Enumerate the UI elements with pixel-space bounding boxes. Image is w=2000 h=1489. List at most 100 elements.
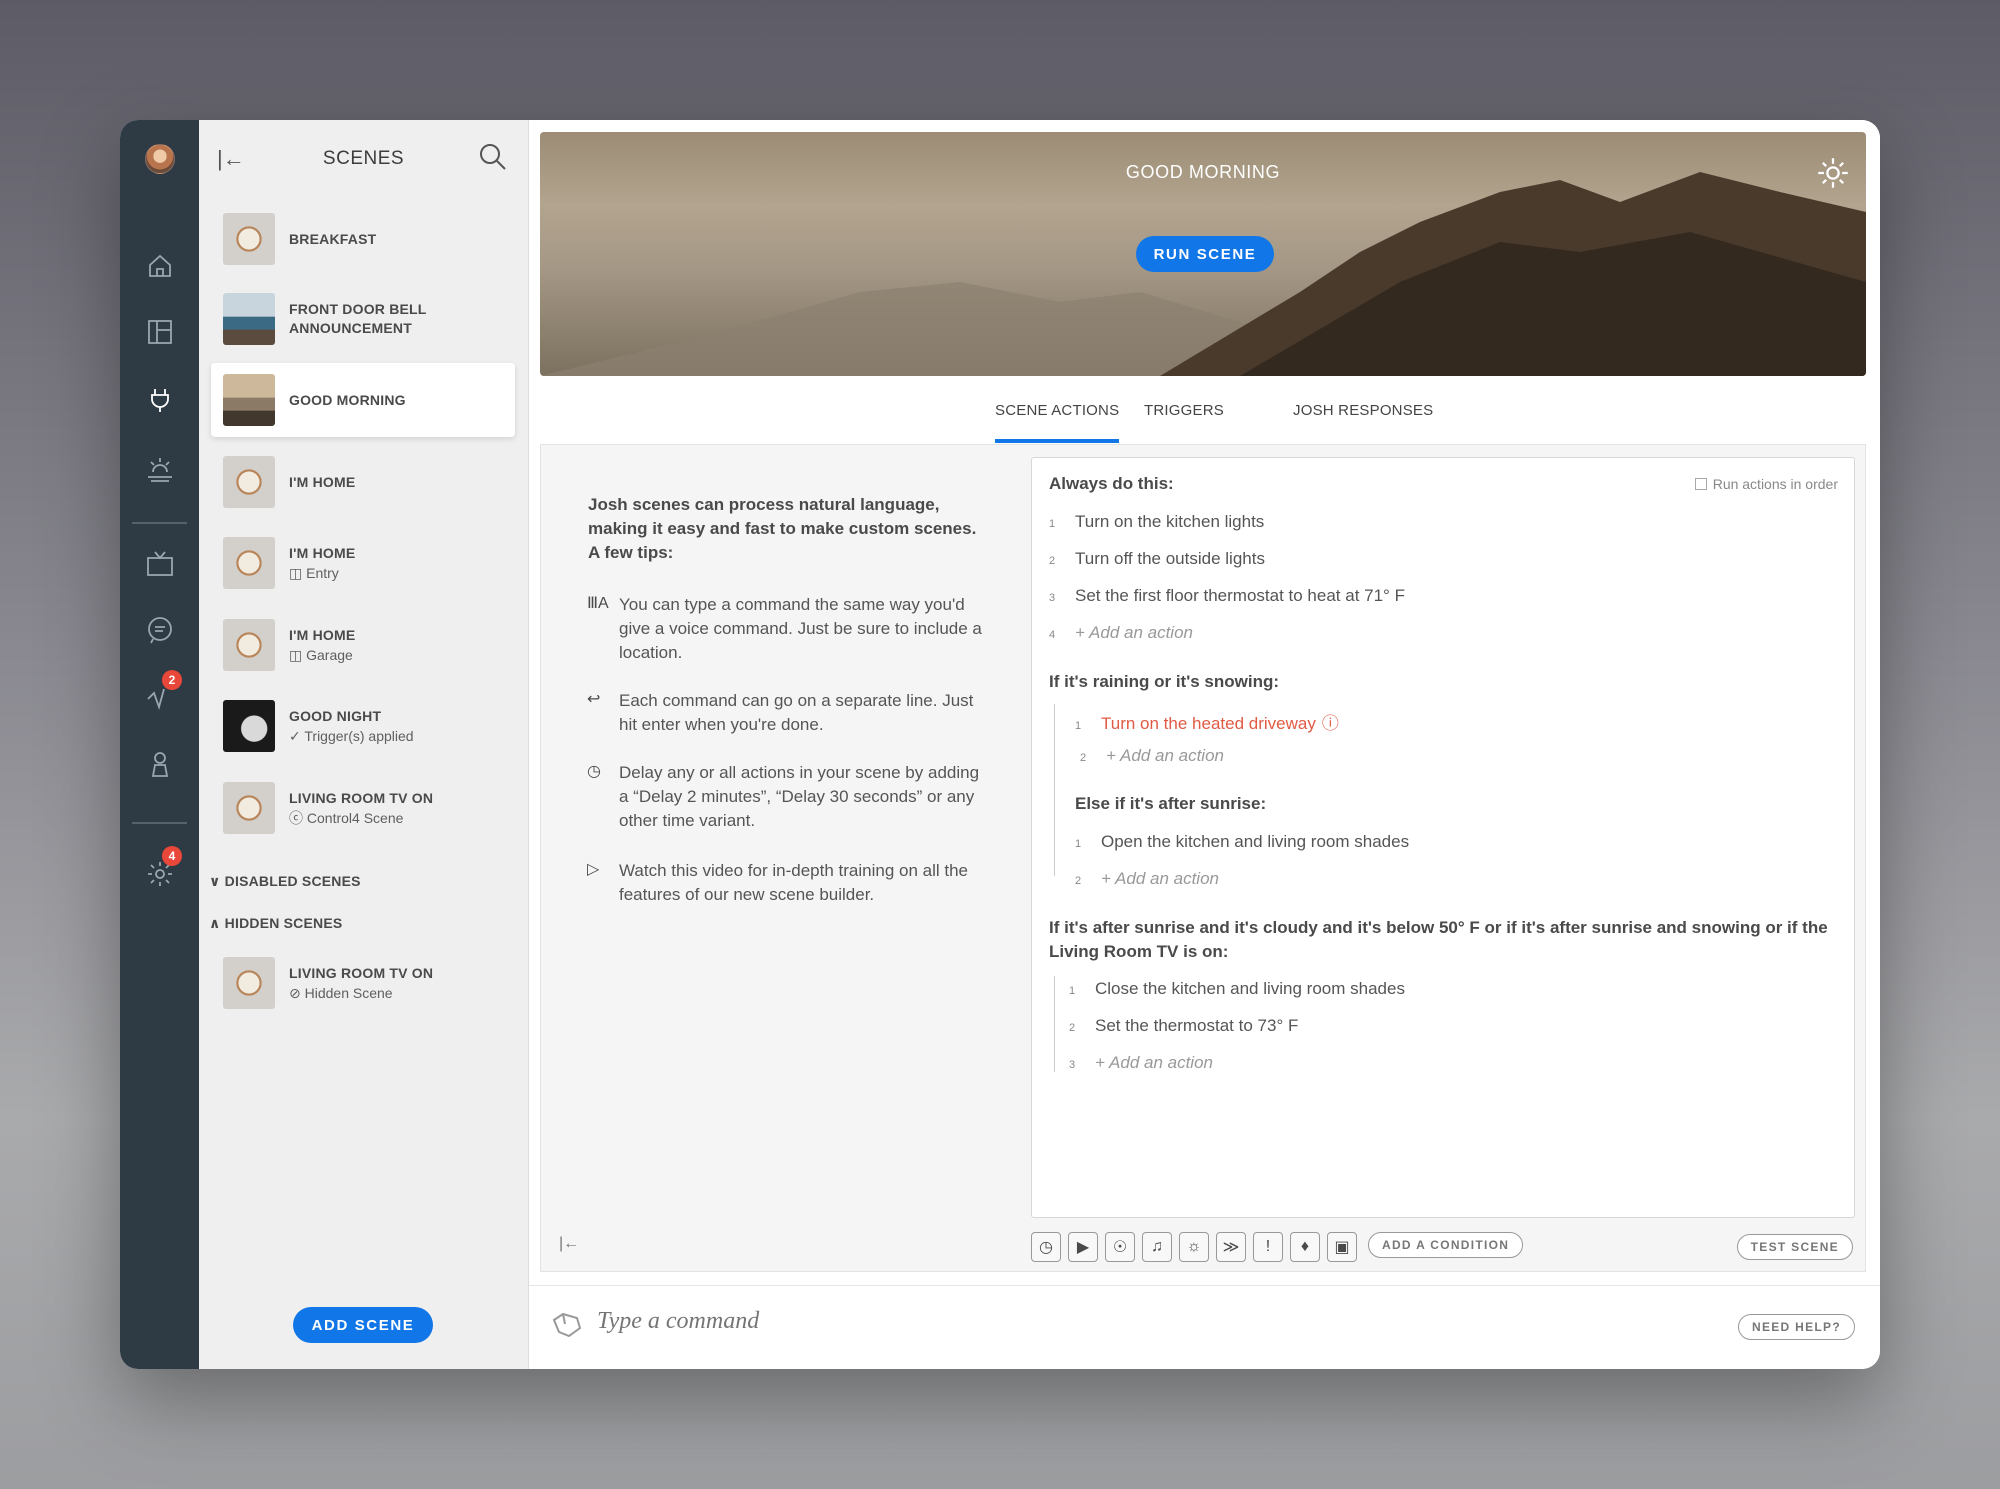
scene-item[interactable]: FRONT DOOR BELL ANNOUNCEMENT bbox=[211, 282, 515, 356]
condition-heading: If it's raining or it's snowing: bbox=[1049, 672, 1280, 691]
eye-slash-icon: ⊘ bbox=[289, 984, 305, 1001]
collapse-tips-icon[interactable]: |← bbox=[559, 1235, 579, 1253]
rooms-icon[interactable] bbox=[144, 316, 176, 348]
scene-sub: Hidden Scene bbox=[304, 984, 393, 1001]
run-in-order-label: Run actions in order bbox=[1712, 476, 1838, 492]
action-text: Open the kitchen and living room shades bbox=[1101, 832, 1410, 851]
scene-item[interactable]: I'M HOME ◫ Garage bbox=[211, 608, 515, 682]
activity-badge: 2 bbox=[162, 670, 182, 690]
text-cursor-icon: ⅢA bbox=[587, 595, 609, 612]
disabled-scenes-label: DISABLED SCENES bbox=[224, 873, 361, 889]
chat-icon[interactable] bbox=[144, 614, 176, 646]
action-line-error[interactable]: 1 Turn on the heated driveway ⓘ bbox=[1075, 709, 1339, 734]
tip-text: Watch this video for in-depth training o… bbox=[619, 861, 969, 904]
bell-icon[interactable]: ♦ bbox=[1290, 1232, 1320, 1262]
action-line[interactable]: 1 Turn on the kitchen lights bbox=[1049, 512, 1264, 532]
scene-thumbnail bbox=[223, 619, 275, 671]
action-text: Close the kitchen and living room shades bbox=[1095, 979, 1405, 998]
scene-actions-panel: Josh scenes can process natural language… bbox=[540, 444, 1866, 1272]
condition-heading: If it's after sunrise and it's cloudy an… bbox=[1049, 918, 1828, 961]
scene-name: I'M HOME bbox=[289, 473, 356, 490]
sun-icon[interactable]: ☼ bbox=[1179, 1232, 1209, 1262]
scene-item[interactable]: BREAKFAST bbox=[211, 202, 515, 276]
action-line[interactable]: 1 Open the kitchen and living room shades bbox=[1075, 832, 1409, 852]
settings-icon[interactable]: 4 bbox=[144, 846, 182, 890]
add-action[interactable]: 3 + Add an action bbox=[1069, 1053, 1213, 1073]
tips-intro: Josh scenes can process natural language… bbox=[588, 495, 977, 538]
scene-detail: GOOD MORNING RUN SCENE SCENE ACTIONS TRI… bbox=[529, 120, 1880, 1369]
nav-rail: 2 4 bbox=[120, 120, 199, 1369]
scene-item[interactable]: I'M HOME bbox=[211, 445, 515, 519]
scene-item[interactable]: LIVING ROOM TV ON ⊘ Hidden Scene bbox=[211, 946, 515, 1020]
scene-thumbnail bbox=[223, 700, 275, 752]
rail-divider bbox=[132, 822, 187, 824]
scene-item[interactable]: LIVING ROOM TV ON ⓒ Control4 Scene bbox=[211, 771, 515, 845]
run-in-order-checkbox[interactable]: Run actions in order bbox=[1694, 476, 1838, 492]
scene-name-line2: ANNOUNCEMENT bbox=[289, 320, 412, 336]
sunrise-icon[interactable] bbox=[144, 452, 176, 484]
person-icon[interactable] bbox=[144, 748, 176, 780]
clock-icon[interactable]: ◷ bbox=[1031, 1232, 1061, 1262]
action-line[interactable]: 2 Set the thermostat to 73° F bbox=[1069, 1016, 1298, 1036]
tab-scene-actions[interactable]: SCENE ACTIONS bbox=[995, 402, 1120, 443]
voice-icon[interactable] bbox=[551, 1310, 583, 1345]
music-icon[interactable]: ♫ bbox=[1142, 1232, 1172, 1262]
hidden-scenes-label: HIDDEN SCENES bbox=[224, 915, 343, 931]
scene-sub: Garage bbox=[306, 646, 353, 663]
terminal-icon[interactable]: ≫ bbox=[1216, 1232, 1246, 1262]
chevron-down-icon: ∨ bbox=[209, 873, 225, 889]
user-avatar[interactable] bbox=[145, 144, 175, 174]
action-line[interactable]: 1 Close the kitchen and living room shade… bbox=[1069, 979, 1405, 999]
scene-editor[interactable]: Run actions in order Always do this: 1 Tu… bbox=[1031, 457, 1855, 1218]
else-heading: Else if it's after sunrise: bbox=[1075, 794, 1267, 813]
tip-item: ↩ Each command can go on a separate line.… bbox=[587, 689, 987, 737]
scene-item[interactable]: I'M HOME ◫ Entry bbox=[211, 526, 515, 600]
scene-item-selected[interactable]: GOOD MORNING bbox=[211, 363, 515, 437]
control4-icon: ⓒ bbox=[289, 809, 307, 826]
tip-item: ◷ Delay any or all actions in your scene … bbox=[587, 761, 987, 833]
search-icon[interactable] bbox=[478, 142, 508, 177]
add-action-text: + Add an action bbox=[1075, 623, 1193, 642]
hidden-scenes-toggle[interactable]: ∧ HIDDEN SCENES bbox=[209, 915, 342, 932]
action-line[interactable]: 3 Set the first floor thermostat to heat … bbox=[1049, 586, 1405, 606]
play-icon: ▷ bbox=[587, 861, 600, 878]
add-scene-button[interactable]: ADD SCENE bbox=[293, 1307, 433, 1343]
add-action-text: + Add an action bbox=[1106, 746, 1224, 765]
editor-toolbar: ◷ ▶ ☉ ♫ ☼ ≫ ! ♦ ▣ ADD A CONDITION bbox=[1031, 1232, 1524, 1262]
camera-icon[interactable]: ▣ bbox=[1327, 1232, 1357, 1262]
activity-icon[interactable]: 2 bbox=[144, 670, 182, 714]
need-help-button[interactable]: NEED HELP? bbox=[1737, 1314, 1855, 1340]
alert-icon[interactable]: ! bbox=[1253, 1232, 1283, 1262]
app-window: 2 4 |← SCENES BREAKFAST FRONT DOOR BELL A… bbox=[120, 120, 1880, 1369]
disabled-scenes-toggle[interactable]: ∨ DISABLED SCENES bbox=[209, 873, 361, 890]
add-action[interactable]: 2 + Add an action bbox=[1075, 869, 1219, 889]
tab-josh-responses[interactable]: JOSH RESPONSES bbox=[1293, 402, 1433, 439]
scene-sub: Entry bbox=[306, 564, 339, 581]
check-circle-icon: ✓ bbox=[289, 727, 305, 744]
tab-bar: SCENE ACTIONS TRIGGERS JOSH RESPONSES bbox=[529, 402, 1880, 443]
add-action[interactable]: 4 + Add an action bbox=[1049, 623, 1193, 643]
scene-item[interactable]: GOOD NIGHT ✓ Trigger(s) applied bbox=[211, 689, 515, 763]
scene-hero: GOOD MORNING RUN SCENE bbox=[540, 132, 1866, 376]
chevron-up-icon: ∧ bbox=[209, 915, 225, 931]
tv-icon[interactable] bbox=[144, 548, 176, 580]
run-scene-button[interactable]: RUN SCENE bbox=[1136, 236, 1274, 272]
add-action[interactable]: 2 + Add an action bbox=[1080, 746, 1224, 766]
action-line[interactable]: 2 Turn off the outside lights bbox=[1049, 549, 1265, 569]
scene-name: I'M HOME bbox=[289, 544, 356, 561]
chat-icon[interactable]: ☉ bbox=[1105, 1232, 1135, 1262]
command-input[interactable] bbox=[597, 1308, 1497, 1335]
command-bar: NEED HELP? bbox=[529, 1285, 1880, 1369]
video-icon[interactable]: ▶ bbox=[1068, 1232, 1098, 1262]
tab-triggers[interactable]: TRIGGERS bbox=[1144, 402, 1224, 439]
tip-item: ⅢA You can type a command the same way yo… bbox=[587, 593, 987, 665]
add-condition-button[interactable]: ADD A CONDITION bbox=[1368, 1232, 1524, 1258]
test-scene-button[interactable]: TEST SCENE bbox=[1736, 1234, 1853, 1260]
gear-icon[interactable] bbox=[1816, 156, 1850, 195]
action-text: Turn on the kitchen lights bbox=[1075, 512, 1265, 531]
scene-thumbnail bbox=[223, 293, 275, 345]
condition-bracket bbox=[1054, 704, 1055, 876]
plug-icon[interactable] bbox=[144, 384, 176, 416]
home-icon[interactable] bbox=[144, 250, 176, 282]
scene-name: GOOD MORNING bbox=[289, 391, 406, 408]
